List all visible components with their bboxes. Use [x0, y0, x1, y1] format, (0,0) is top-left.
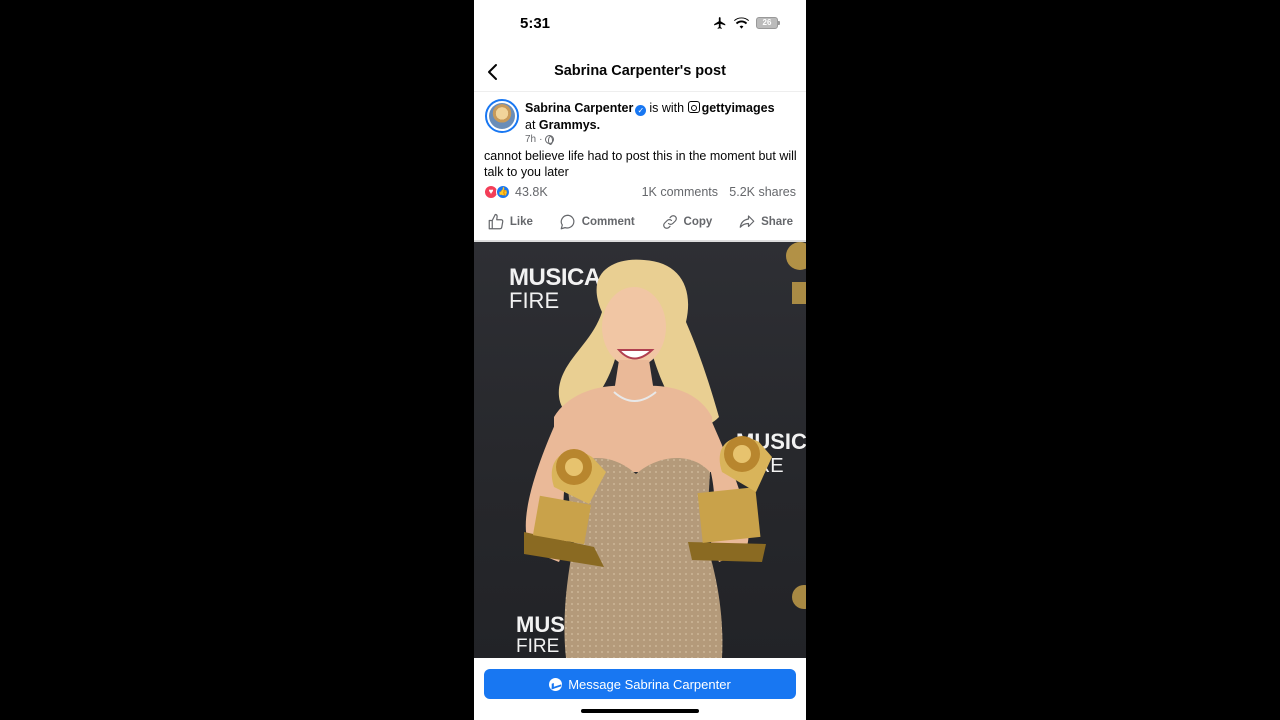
wifi-icon: [734, 17, 749, 29]
like-label: Like: [509, 216, 533, 228]
post-meta: 7h ·: [525, 134, 555, 145]
verified-badge-icon: ✓: [635, 105, 647, 116]
share-button[interactable]: Share: [738, 213, 793, 231]
status-time: 5:31: [520, 15, 551, 32]
share-count[interactable]: 5.2K shares: [729, 185, 796, 199]
reaction-count[interactable]: 43.8K: [515, 185, 548, 199]
post-text: cannot believe life had to post this in …: [484, 149, 797, 179]
link-icon: [662, 215, 677, 229]
share-icon: [739, 215, 755, 228]
post-time: 7h: [525, 134, 537, 145]
engagement-counts: ♥ 👍 43.8K 1K comments 5.2K shares: [484, 184, 796, 200]
status-icons: 26: [713, 16, 780, 30]
message-button-label: Message Sabrina Carpenter: [568, 676, 731, 692]
comment-button[interactable]: Comment: [559, 213, 635, 231]
tagged-account[interactable]: gettyimages: [702, 101, 775, 115]
comment-icon: [560, 214, 575, 230]
copy-button[interactable]: Copy: [661, 213, 713, 231]
post-author-line: Sabrina Carpenter ✓ is with gettyimages at…: [525, 100, 797, 134]
share-label: Share: [761, 216, 794, 228]
comment-count[interactable]: 1K comments: [642, 185, 718, 199]
avatar[interactable]: [485, 99, 519, 133]
copy-label: Copy: [683, 216, 713, 228]
author-name[interactable]: Sabrina Carpenter: [525, 101, 633, 115]
messenger-icon: [549, 677, 563, 691]
airplane-icon: [714, 17, 726, 29]
phone-screen: 5:31 26 Sabrina Carpenter's post Sabrina…: [474, 0, 806, 720]
backdrop-text: MUS: [516, 612, 565, 637]
action-bar: Like Comment Copy Share: [474, 205, 806, 239]
comment-label: Comment: [581, 216, 635, 228]
battery-icon: 26: [756, 17, 780, 29]
post-photo-illustration: MUSICA FIRE MUSIC FIRE MUS FIRE: [509, 242, 806, 658]
nav-header: Sabrina Carpenter's post: [474, 52, 806, 92]
message-button[interactable]: Message Sabrina Carpenter: [484, 669, 796, 699]
status-bar: 5:31 26: [474, 0, 806, 50]
globe-icon: [545, 135, 555, 145]
instagram-icon: [687, 101, 700, 113]
at-text: at: [525, 118, 536, 132]
post-photo[interactable]: MUSICA FIRE MUSIC FIRE MUS FIRE: [474, 242, 806, 658]
with-text: is with: [649, 101, 685, 115]
backdrop-text: FIRE: [516, 636, 559, 657]
backdrop-text: FIRE: [509, 288, 559, 313]
thumbs-up-icon: [488, 213, 504, 230]
backdrop-text: MUSICA: [509, 264, 601, 291]
page-title: Sabrina Carpenter's post: [554, 63, 726, 79]
location-link[interactable]: Grammys.: [539, 118, 600, 132]
like-reaction-icon: 👍: [496, 185, 510, 199]
home-indicator: [581, 709, 699, 713]
like-button[interactable]: Like: [487, 213, 533, 231]
reaction-icons[interactable]: ♥ 👍: [484, 185, 512, 199]
